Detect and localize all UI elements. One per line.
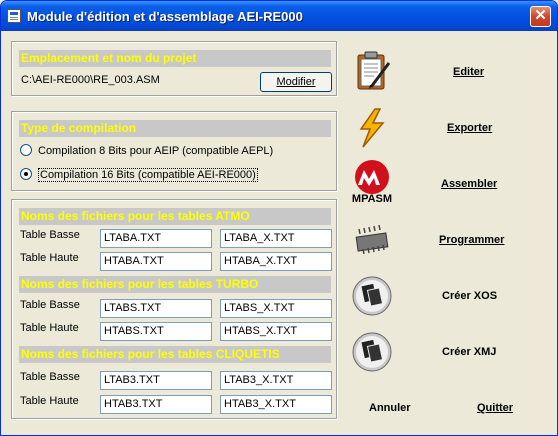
lightning-icon[interactable] [349,105,395,151]
annuler-button[interactable]: Annuler [369,402,411,414]
modify-button[interactable]: Modifier [260,72,332,92]
disc-xmj-icon[interactable] [349,329,395,375]
cliquetis-haute-x-field[interactable]: HTAB3_X.TXT [220,395,332,414]
tables-cliquetis-header: Noms des fichiers pour les tables CLIQUE… [19,346,331,363]
creer-xmj-button[interactable]: Créer XMJ [442,346,496,358]
cliquetis-basse-field[interactable]: LTAB3.TXT [100,371,212,390]
clipboard-icon[interactable] [349,49,395,95]
radio-16bits-label: Compilation 16 Bits (compatible AEI-RE00… [38,168,258,182]
quitter-button[interactable]: Quitter [477,402,513,414]
atmo-basse-field[interactable]: LTABA.TXT [100,229,212,248]
mpasm-logo-icon[interactable]: MPASM [349,158,395,208]
title-bar[interactable]: Module d'édition et d'assemblage AEI-RE0… [1,1,557,31]
chip-icon[interactable] [349,219,395,265]
radio-16bits[interactable]: Compilation 16 Bits (compatible AEI-RE00… [20,168,258,184]
radio-8bits[interactable]: Compilation 8 Bits pour AEIP (compatible… [20,144,273,160]
atmo-basse-label: Table Basse [20,229,80,241]
radio-8bits-label: Compilation 8 Bits pour AEIP (compatible… [38,145,274,157]
main-window: Module d'édition et d'assemblage AEI-RE0… [0,0,558,436]
modify-button-label: Modifier [276,76,316,88]
cliquetis-basse-x-field[interactable]: LTAB3_X.TXT [220,371,332,390]
atmo-haute-field[interactable]: HTABA.TXT [100,252,212,271]
atmo-basse-x-field[interactable]: LTABA_X.TXT [220,229,332,248]
editer-button[interactable]: Editer [453,66,484,78]
project-group: Emplacement et nom du projet C:\AEI-RE00… [11,41,337,96]
mpasm-logo-text: MPASM [351,193,393,205]
creer-xos-button[interactable]: Créer XOS [442,290,497,302]
project-path: C:\AEI-RE000\RE_003.ASM [21,74,160,86]
turbo-basse-field[interactable]: LTABS.TXT [100,299,212,318]
project-header: Emplacement et nom du projet [19,50,331,67]
programmer-button[interactable]: Programmer [439,234,504,246]
radio-button-16bits[interactable] [20,168,32,180]
atmo-haute-label: Table Haute [20,252,79,264]
assembler-button[interactable]: Assembler [441,178,497,190]
app-icon [7,9,21,23]
compilation-header: Type de compilation [19,120,331,137]
compilation-group: Type de compilation Compilation 8 Bits p… [11,111,337,191]
tables-turbo-header: Noms des fichiers pour les tables TURBO [19,276,331,293]
window-title: Module d'édition et d'assemblage AEI-RE0… [27,9,303,24]
cliquetis-basse-label: Table Basse [20,371,80,383]
turbo-basse-label: Table Basse [20,299,80,311]
radio-button-8bits[interactable] [20,144,32,156]
cliquetis-haute-field[interactable]: HTAB3.TXT [100,395,212,414]
turbo-haute-field[interactable]: HTABS.TXT [100,322,212,341]
tables-atmo-header: Noms des fichiers pour les tables ATMO [19,208,331,225]
tables-group: Noms des fichiers pour les tables ATMO T… [11,199,337,419]
turbo-haute-x-field[interactable]: HTABS_X.TXT [220,322,332,341]
disc-xos-icon[interactable] [349,273,395,319]
turbo-basse-x-field[interactable]: LTABS_X.TXT [220,299,332,318]
close-button[interactable]: ✕ [530,6,551,27]
cliquetis-haute-label: Table Haute [20,395,79,407]
turbo-haute-label: Table Haute [20,322,79,334]
exporter-button[interactable]: Exporter [447,122,492,134]
atmo-haute-x-field[interactable]: HTABA_X.TXT [220,252,332,271]
